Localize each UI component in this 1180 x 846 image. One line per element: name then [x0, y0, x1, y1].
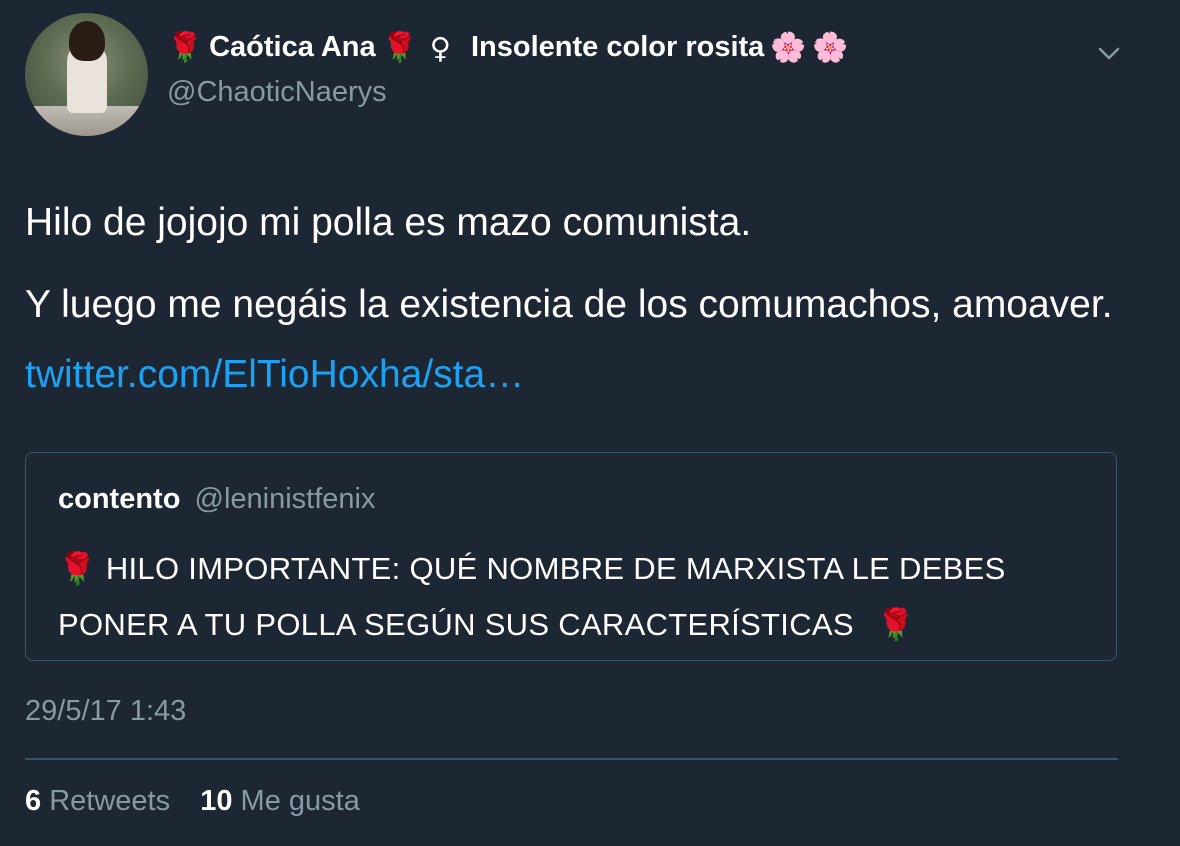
tweet-paragraph-1: Hilo de jojojo mi polla es mazo comunist…: [25, 201, 752, 244]
divider: [25, 758, 1118, 760]
avatar[interactable]: [25, 13, 148, 136]
rose-emoji: 🌹: [381, 30, 418, 64]
author-name-part2: Insolente color rosita: [471, 31, 765, 63]
tweet-timestamp[interactable]: 29/5/17 1:43: [25, 695, 186, 728]
quoted-tweet[interactable]: contento @leninistfenix 🌹 HILO IMPORTANT…: [25, 452, 1117, 661]
retweets-label[interactable]: Retweets: [49, 785, 170, 817]
quoted-tweet-text: 🌹 HILO IMPORTANTE: QUÉ NOMBRE DE MARXIST…: [58, 541, 1088, 653]
female-sign-emoji: ♀: [429, 30, 451, 65]
quoted-tweet-header: contento @leninistfenix: [58, 483, 375, 516]
quoted-author-name: contento: [58, 483, 181, 515]
tweet-paragraph-2-text: Y luego me negáis la existencia de los c…: [25, 283, 1113, 326]
tweet-stats: 6 Retweets 10 Me gusta: [25, 785, 360, 818]
author-name-part1: Caótica Ana: [209, 31, 376, 63]
blossom-emoji: 🌸: [770, 30, 807, 64]
rose-emoji: 🌹: [167, 30, 204, 64]
blossom-emoji: 🌸: [812, 30, 849, 64]
quoted-author-handle: @leninistfenix: [194, 483, 376, 515]
rose-emoji: 🌹: [876, 607, 916, 643]
tweet-paragraph-2: Y luego me negáis la existencia de los c…: [25, 270, 1145, 410]
author-handle[interactable]: @ChaoticNaerys: [167, 76, 387, 109]
quoted-tweet-body: HILO IMPORTANTE: QUÉ NOMBRE DE MARXISTA …: [58, 551, 1006, 642]
author-display-name[interactable]: 🌹 Caótica Ana 🌹 ♀ Insolente color rosita…: [167, 30, 849, 65]
rose-emoji: 🌹: [58, 551, 97, 587]
avatar-hair: [69, 21, 105, 61]
likes-count[interactable]: 10: [200, 785, 232, 817]
likes-label[interactable]: Me gusta: [241, 785, 360, 817]
tweet-link[interactable]: twitter.com/ElTioHoxha/sta…: [25, 353, 524, 396]
tweet-text: Hilo de jojojo mi polla es mazo comunist…: [25, 188, 1145, 410]
chevron-down-icon[interactable]: [1096, 40, 1122, 66]
retweets-count[interactable]: 6: [25, 785, 41, 817]
